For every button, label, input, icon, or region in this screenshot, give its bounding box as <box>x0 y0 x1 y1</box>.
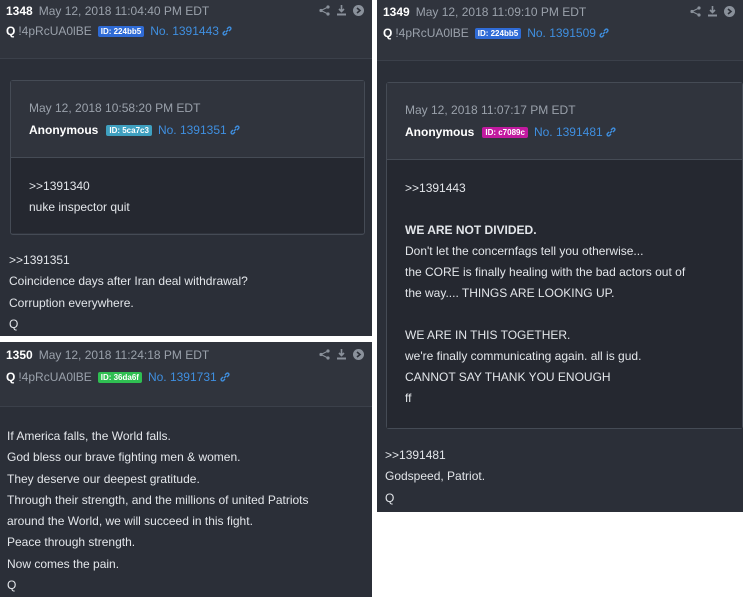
poster-name: Q <box>6 24 16 38</box>
post-header: 1350 May 12, 2018 11:24:18 PM EDT Q !4pRcU… <box>0 342 372 407</box>
post-link[interactable]: No. 1391443 <box>150 24 219 38</box>
link-icon[interactable] <box>222 26 232 36</box>
quoted-line: Don't let the concernfags tell you other… <box>405 244 644 258</box>
link-icon[interactable] <box>220 372 230 382</box>
forward-icon[interactable] <box>724 6 735 17</box>
quoted-line: CANNOT SAY THANK YOU ENOUGH <box>405 370 611 384</box>
tripcode: !4pRcUA0lBE <box>18 370 92 384</box>
tripcode: !4pRcUA0lBE <box>18 24 92 38</box>
download-icon[interactable] <box>336 5 347 16</box>
quoted-id-badge[interactable]: ID: 5ca7c3 <box>106 125 152 136</box>
quoted-post-link[interactable]: No. 1391481 <box>534 125 603 139</box>
post-1349: 1349 May 12, 2018 11:09:10 PM EDT Q !4pRcU… <box>377 0 743 512</box>
download-icon[interactable] <box>336 349 347 360</box>
link-icon[interactable] <box>230 125 240 135</box>
quoted-post: May 12, 2018 10:58:20 PM EDT Anonymous ID… <box>10 80 365 235</box>
quoted-line: nuke inspector quit <box>29 200 130 214</box>
poster-name: Q <box>383 26 393 40</box>
download-icon[interactable] <box>707 6 718 17</box>
post-body: >>1391351 Coincidence days after Iran de… <box>9 250 248 335</box>
quoted-name: Anonymous <box>29 123 99 137</box>
signature: Q <box>9 316 19 331</box>
post-1350: 1350 May 12, 2018 11:24:18 PM EDT Q !4pRcU… <box>0 342 372 597</box>
reply-link[interactable]: >>1391481 <box>385 445 485 466</box>
quoted-heading: WE ARE NOT DIVIDED. <box>405 223 537 237</box>
quoted-line: ff <box>405 391 412 405</box>
reply-link[interactable]: >>1391351 <box>9 250 248 271</box>
quoted-line: the way.... THINGS ARE LOOKING UP. <box>405 286 615 300</box>
link-icon[interactable] <box>606 127 616 137</box>
tripcode: !4pRcUA0lBE <box>395 26 469 40</box>
quoted-line: WE ARE IN THIS TOGETHER. <box>405 328 571 342</box>
quoted-date: May 12, 2018 10:58:20 PM EDT <box>29 101 201 115</box>
quoted-line: the CORE is finally healing with the bad… <box>405 265 686 279</box>
post-number[interactable]: 1350 <box>6 348 33 362</box>
body-line: They deserve our deepest gratitude. <box>7 471 200 486</box>
poster-id-badge[interactable]: ID: 36da6f <box>97 372 142 383</box>
body-line: God bless our brave fighting men & women… <box>7 450 241 465</box>
quoted-line[interactable]: >>1391340 <box>29 176 346 197</box>
quoted-reply-link[interactable]: >>1391443 <box>405 178 724 199</box>
share-icon[interactable] <box>690 6 701 17</box>
post-date: May 12, 2018 11:24:18 PM EDT <box>38 348 210 362</box>
body-line: Through their strength, and the millions… <box>7 492 309 507</box>
quoted-name: Anonymous <box>405 125 475 139</box>
poster-name: Q <box>6 370 16 384</box>
quoted-line: we're finally communicating again. all i… <box>405 349 642 363</box>
forward-icon[interactable] <box>353 349 364 360</box>
poster-id-badge[interactable]: ID: 224bb5 <box>97 26 145 37</box>
post-date: May 12, 2018 11:09:10 PM EDT <box>415 5 587 19</box>
body-line: Godspeed, Patriot. <box>385 469 486 484</box>
forward-icon[interactable] <box>353 5 364 16</box>
post-number[interactable]: 1348 <box>6 4 33 18</box>
quoted-id-badge[interactable]: ID: c7089c <box>482 127 528 138</box>
post-date: May 12, 2018 11:04:40 PM EDT <box>38 4 210 18</box>
post-link[interactable]: No. 1391509 <box>527 26 596 40</box>
body-line: Corruption everywhere. <box>9 295 134 310</box>
post-body: If America falls, the World falls. God b… <box>7 426 309 596</box>
post-1348: 1348 May 12, 2018 11:04:40 PM EDT Q !4pRcU… <box>0 0 372 336</box>
signature: Q <box>385 490 395 505</box>
body-line: Peace through strength. <box>7 535 136 550</box>
poster-id-badge[interactable]: ID: 224bb5 <box>474 28 522 39</box>
post-body: >>1391481 Godspeed, Patriot. Q <box>385 445 485 509</box>
body-line: If America falls, the World falls. <box>7 429 171 443</box>
quoted-post-link[interactable]: No. 1391351 <box>158 123 227 137</box>
post-header: 1349 May 12, 2018 11:09:10 PM EDT Q !4pRcU… <box>377 0 743 61</box>
quoted-date: May 12, 2018 11:07:17 PM EDT <box>405 103 576 117</box>
quoted-post: May 12, 2018 11:07:17 PM EDT Anonymous ID… <box>386 82 743 429</box>
post-header: 1348 May 12, 2018 11:04:40 PM EDT Q !4pRcU… <box>0 0 372 59</box>
body-line: around the World, we will succeed in thi… <box>7 514 253 529</box>
body-line: Now comes the pain. <box>7 556 120 571</box>
body-line: Coincidence days after Iran deal withdra… <box>9 274 248 289</box>
share-icon[interactable] <box>319 5 330 16</box>
post-number[interactable]: 1349 <box>383 5 410 19</box>
signature: Q <box>7 578 17 593</box>
post-link[interactable]: No. 1391731 <box>148 370 217 384</box>
share-icon[interactable] <box>319 349 330 360</box>
link-icon[interactable] <box>599 28 609 38</box>
